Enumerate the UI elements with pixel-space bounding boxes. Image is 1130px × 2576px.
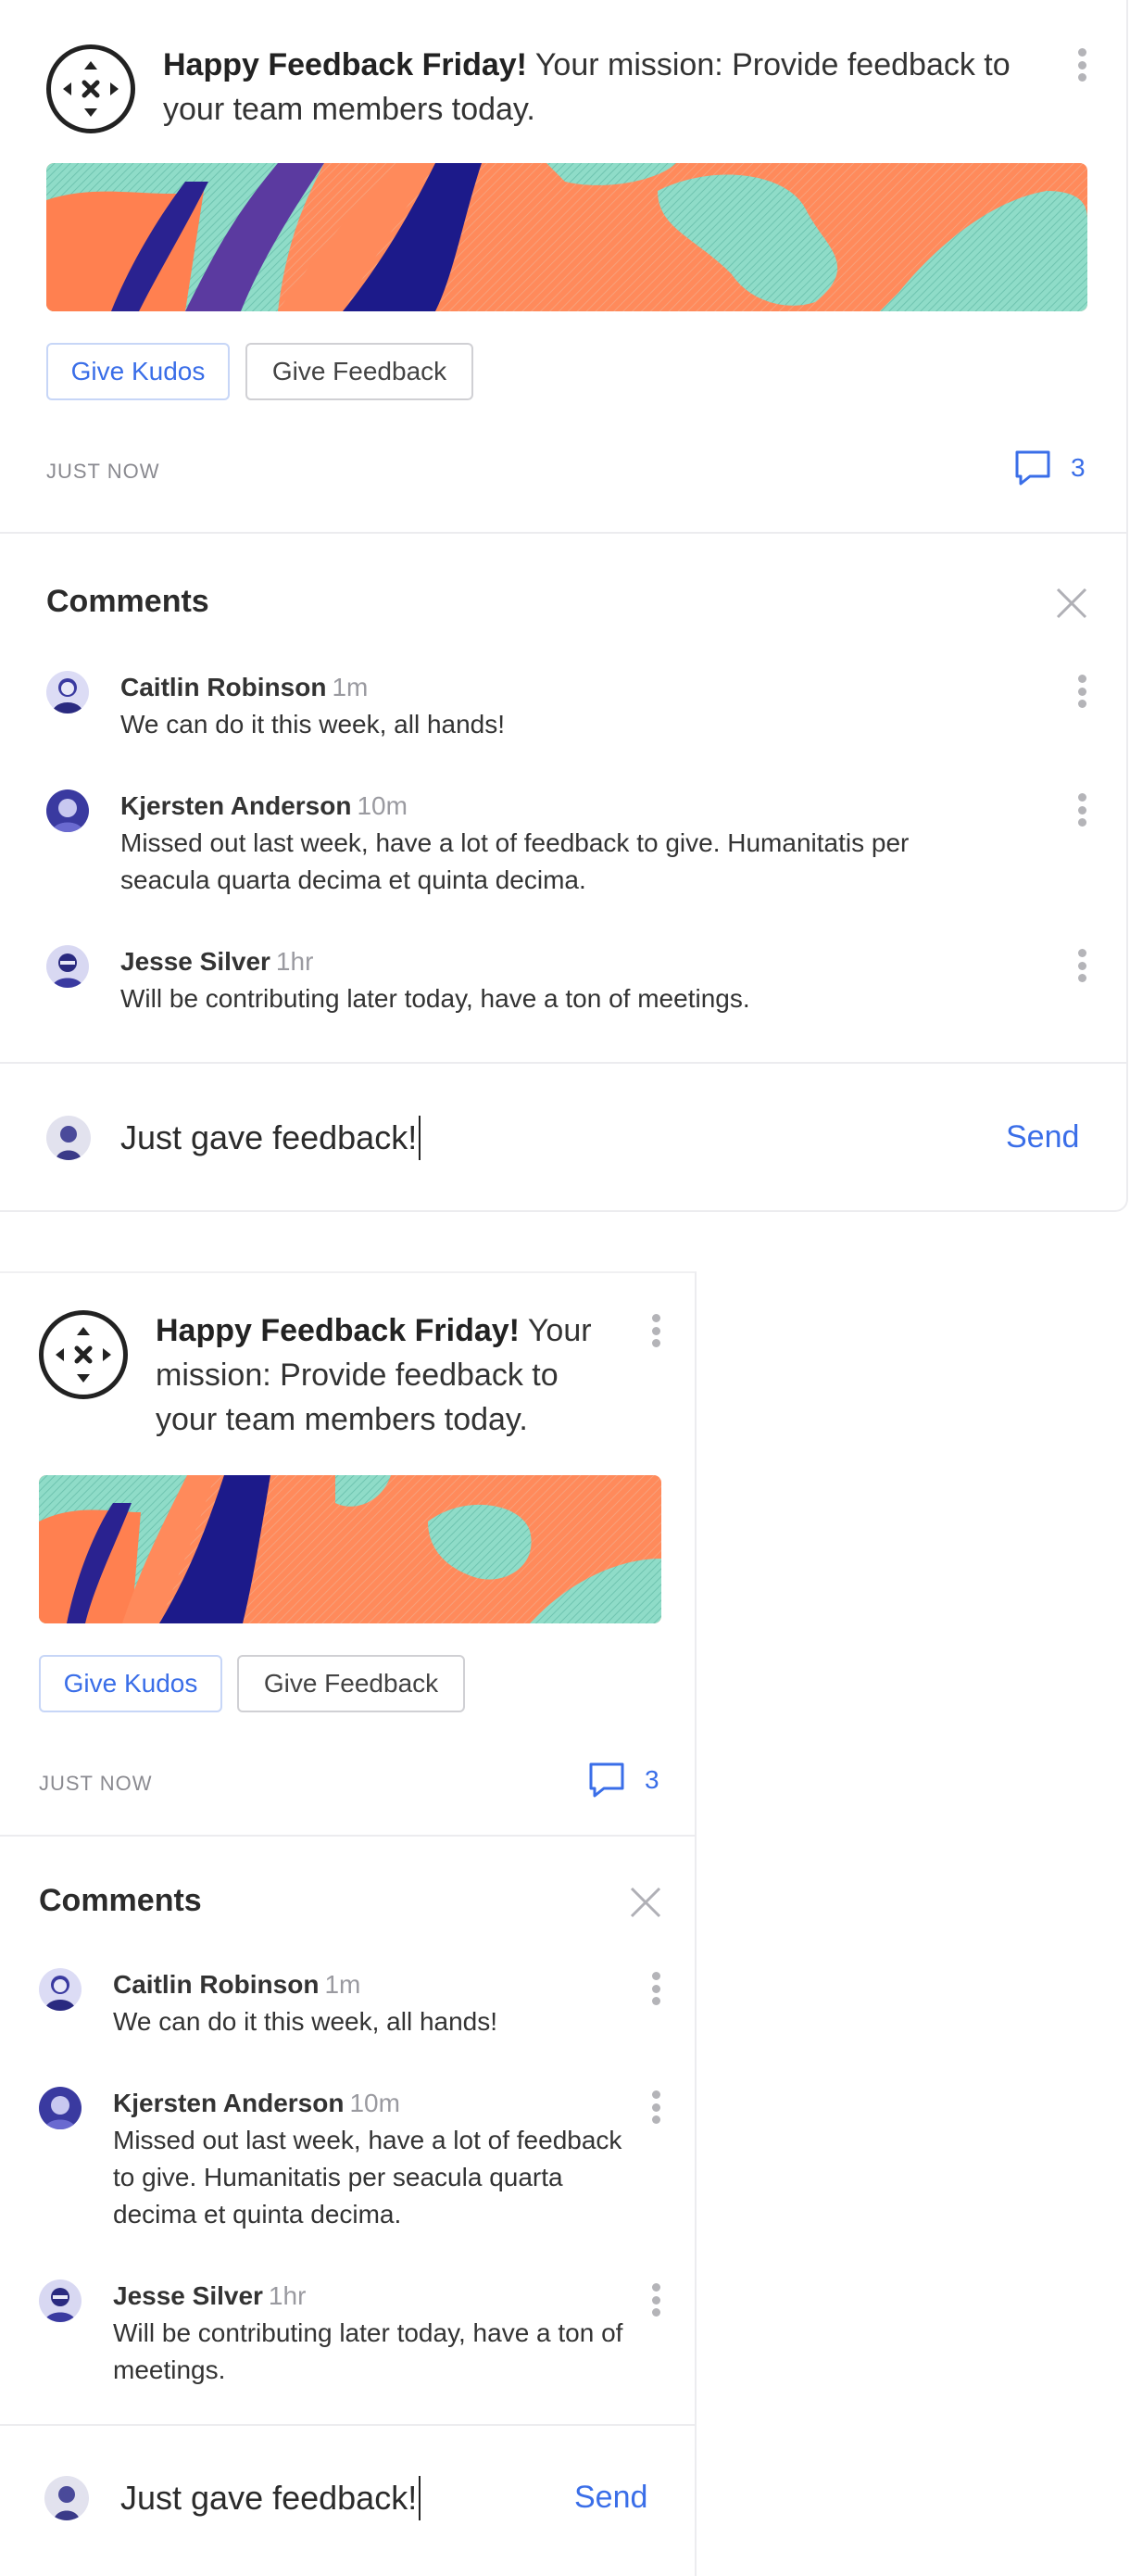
comment-author: Kjersten Anderson bbox=[113, 2089, 345, 2117]
comment-count: 3 bbox=[1071, 453, 1086, 482]
comment-header: Jesse Silver 1hr bbox=[113, 2278, 306, 2315]
comment-input-value: Just gave feedback! bbox=[120, 1118, 418, 1156]
feed-post: Happy Feedback Friday! Your mission: Pro… bbox=[0, 0, 1126, 534]
comment-header: Caitlin Robinson 1m bbox=[120, 669, 368, 706]
comment-text: Missed out last week, have a lot of feed… bbox=[113, 2126, 622, 2229]
send-button[interactable]: Send bbox=[574, 2480, 647, 2516]
comment-time: 1hr bbox=[268, 2281, 307, 2310]
comment-menu-button[interactable] bbox=[1073, 789, 1091, 830]
text-caret bbox=[419, 2476, 421, 2520]
post-timestamp: JUST NOW bbox=[46, 460, 160, 483]
comment-menu-button[interactable] bbox=[647, 1968, 665, 2009]
post-title: Happy Feedback Friday! bbox=[163, 47, 528, 82]
comment-time: 1hr bbox=[275, 947, 314, 976]
comment-time: 10m bbox=[349, 2089, 400, 2117]
close-icon[interactable] bbox=[1054, 586, 1089, 621]
comment-header: Kjersten Anderson 10m bbox=[113, 2085, 400, 2122]
avatar bbox=[39, 2279, 82, 2322]
feed-card-wide: Happy Feedback Friday! Your mission: Pro… bbox=[0, 0, 1128, 1212]
comment-input[interactable]: Just gave feedback! bbox=[120, 2474, 556, 2522]
feed-post: Happy Feedback Friday! Your mission: Pro… bbox=[0, 1273, 695, 1837]
comment-menu-button[interactable] bbox=[1073, 671, 1091, 712]
comments-heading: Comments bbox=[46, 584, 209, 619]
comment-count-button[interactable]: 3 bbox=[587, 1761, 659, 1799]
speech-bubble-icon bbox=[589, 1762, 624, 1798]
comment-author: Caitlin Robinson bbox=[113, 1970, 320, 1999]
post-title: Happy Feedback Friday! bbox=[156, 1313, 521, 1348]
comment-input[interactable]: Just gave feedback! bbox=[120, 1114, 954, 1162]
comments-heading: Comments bbox=[39, 1883, 202, 1918]
comment-text: Will be contributing later today, have a… bbox=[113, 2318, 623, 2384]
composer-divider bbox=[0, 2424, 695, 2426]
post-banner-image bbox=[46, 163, 1087, 311]
comment-author: Jesse Silver bbox=[120, 947, 270, 976]
comment-input-value: Just gave feedback! bbox=[120, 2479, 418, 2517]
compass-arrows-icon bbox=[39, 1310, 128, 1399]
comment-count-button[interactable]: 3 bbox=[1013, 448, 1086, 487]
give-kudos-button[interactable]: Give Kudos bbox=[46, 343, 230, 400]
avatar bbox=[46, 945, 89, 988]
avatar bbox=[39, 2087, 82, 2129]
send-button[interactable]: Send bbox=[1006, 1119, 1079, 1155]
give-feedback-button[interactable]: Give Feedback bbox=[245, 343, 473, 400]
post-timestamp: JUST NOW bbox=[39, 1772, 153, 1795]
comment-time: 1m bbox=[332, 673, 369, 701]
comment-author: Caitlin Robinson bbox=[120, 673, 327, 701]
post-menu-button[interactable] bbox=[647, 1310, 665, 1351]
text-caret bbox=[419, 1116, 421, 1160]
speech-bubble-icon bbox=[1015, 450, 1050, 486]
comment-time: 10m bbox=[357, 791, 408, 820]
comment-menu-button[interactable] bbox=[647, 2087, 665, 2128]
comment-author: Kjersten Anderson bbox=[120, 791, 352, 820]
give-kudos-button[interactable]: Give Kudos bbox=[39, 1655, 222, 1712]
post-menu-button[interactable] bbox=[1073, 44, 1091, 85]
comment-text: Missed out last week, have a lot of feed… bbox=[120, 828, 910, 894]
comment-text: We can do it this week, all hands! bbox=[120, 710, 506, 739]
post-banner-image bbox=[39, 1475, 661, 1623]
comment-menu-button[interactable] bbox=[1073, 945, 1091, 986]
avatar bbox=[46, 671, 89, 713]
comment-time: 1m bbox=[324, 1970, 361, 1999]
comment-menu-button[interactable] bbox=[647, 2279, 665, 2320]
avatar bbox=[46, 1116, 91, 1160]
post-message: Happy Feedback Friday! Your mission: Pro… bbox=[163, 43, 1034, 132]
feed-card-narrow: Happy Feedback Friday! Your mission: Pro… bbox=[0, 1271, 697, 2576]
close-icon[interactable] bbox=[628, 1885, 663, 1920]
avatar bbox=[46, 789, 89, 832]
give-feedback-button[interactable]: Give Feedback bbox=[237, 1655, 465, 1712]
composer-divider bbox=[0, 1062, 1128, 1064]
comment-header: Jesse Silver 1hr bbox=[120, 943, 313, 980]
comment-author: Jesse Silver bbox=[113, 2281, 263, 2310]
comment-text: We can do it this week, all hands! bbox=[113, 2007, 498, 2036]
comment-header: Caitlin Robinson 1m bbox=[113, 1966, 360, 2003]
post-message: Happy Feedback Friday! Your mission: Pro… bbox=[156, 1308, 619, 1442]
comment-header: Kjersten Anderson 10m bbox=[120, 788, 408, 825]
avatar bbox=[39, 1968, 82, 2011]
avatar bbox=[44, 2476, 89, 2520]
compass-arrows-icon bbox=[46, 44, 135, 133]
comment-count: 3 bbox=[645, 1765, 659, 1794]
comment-text: Will be contributing later today, have a… bbox=[120, 984, 750, 1013]
